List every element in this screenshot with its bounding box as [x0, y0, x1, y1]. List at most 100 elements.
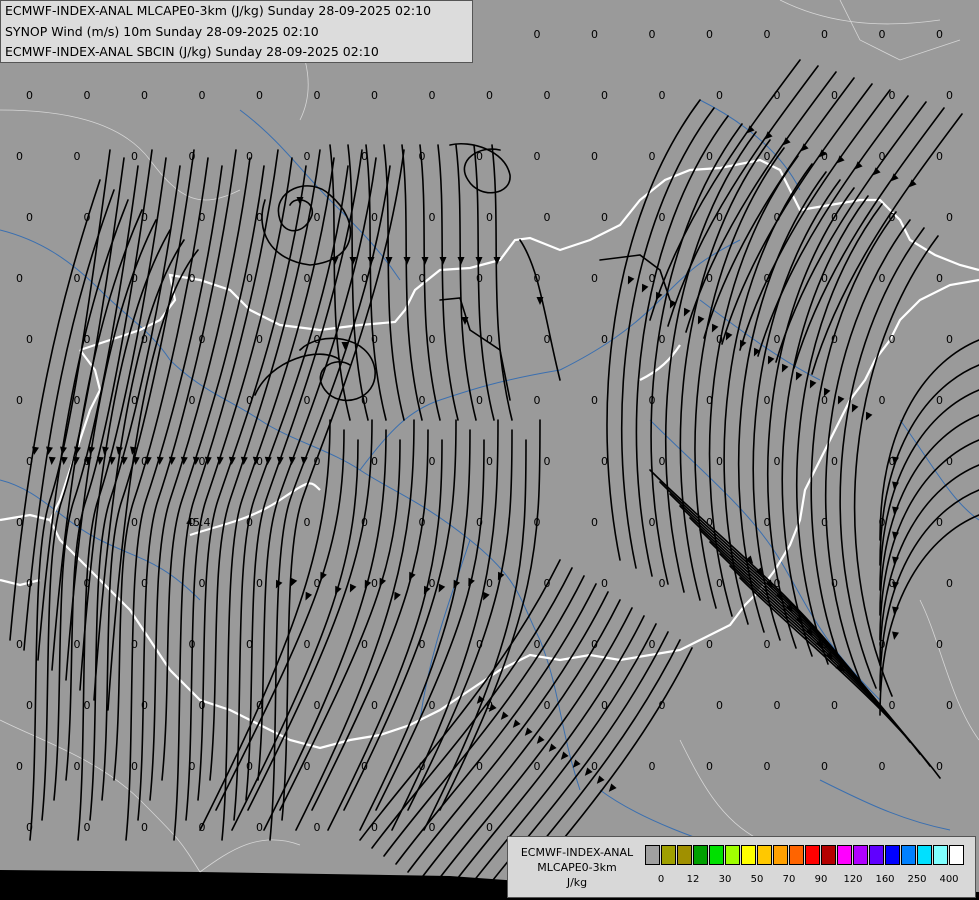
sbcin-value: 0 — [419, 272, 426, 285]
sbcin-value: 0 — [831, 89, 838, 102]
sbcin-value: 0 — [246, 394, 253, 407]
sbcin-value: 0 — [84, 89, 91, 102]
sbcin-value: 0 — [246, 760, 253, 773]
sbcin-value: 0 — [429, 821, 436, 834]
sbcin-value: 0 — [544, 89, 551, 102]
sbcin-value: 0 — [26, 577, 33, 590]
sbcin-value: 0 — [591, 150, 598, 163]
colorbar-tick-label: 90 — [814, 874, 828, 885]
sbcin-value: 0 — [314, 821, 321, 834]
sbcin-value: 0 — [486, 577, 493, 590]
sbcin-value: 0 — [476, 272, 483, 285]
sbcin-value: 0 — [246, 150, 253, 163]
colorbar-swatch — [805, 845, 820, 865]
sbcin-value: 0 — [946, 577, 953, 590]
sbcin-value: 0 — [486, 211, 493, 224]
sbcin-value: 0 — [879, 272, 886, 285]
sbcin-value: 0 — [659, 455, 666, 468]
sbcin-value: 0 — [361, 394, 368, 407]
map-header-legend: ECMWF-INDEX-ANAL MLCAPE0-3km (J/kg) Sund… — [0, 0, 473, 63]
colorbar-swatch — [885, 845, 900, 865]
sbcin-value: 0 — [716, 455, 723, 468]
sbcin-value: 0 — [774, 699, 781, 712]
sbcin-value: 0 — [141, 455, 148, 468]
sbcin-value: 0 — [936, 638, 943, 651]
sbcin-value: 0 — [246, 516, 253, 529]
colorbar-tick-label: 70 — [782, 874, 796, 885]
sbcin-value: 0 — [936, 516, 943, 529]
sbcin-value: 0 — [199, 455, 206, 468]
sbcin-value: 0 — [774, 455, 781, 468]
sbcin-value: 0 — [936, 150, 943, 163]
colorbar-tick-label: 30 — [718, 874, 732, 885]
colorbar-legend: ECMWF-INDEX-ANAL MLCAPE0-3km J/kg 0 12 30 5… — [507, 836, 976, 898]
sbcin-value: 0 — [534, 516, 541, 529]
sbcin-value: 0 — [199, 211, 206, 224]
sbcin-value: 0 — [591, 28, 598, 41]
sbcin-value: 0 — [199, 699, 206, 712]
sbcin-value: 0 — [419, 516, 426, 529]
sbcin-value: 0 — [141, 699, 148, 712]
sbcin-value: 0 — [821, 760, 828, 773]
sbcin-value: 0 — [946, 89, 953, 102]
sbcin-value: 0 — [74, 638, 81, 651]
sbcin-value: 0 — [936, 394, 943, 407]
sbcin-value: 0 — [141, 211, 148, 224]
sbcin-value: 0 — [74, 516, 81, 529]
sbcin-value: 0 — [946, 211, 953, 224]
sbcin-value: 0 — [649, 638, 656, 651]
sbcin-value: 0 — [706, 272, 713, 285]
sbcin-value: 0 — [534, 394, 541, 407]
sbcin-value: 0 — [256, 333, 263, 346]
sbcin-value: 0 — [131, 272, 138, 285]
sbcin-value: 0 — [486, 89, 493, 102]
sbcin-value: 0 — [649, 394, 656, 407]
sbcin-value: 0 — [199, 821, 206, 834]
sbcin-value: 0 — [716, 333, 723, 346]
sbcin-value: 0 — [16, 394, 23, 407]
sbcin-value: 0 — [476, 150, 483, 163]
sbcin-value: 0 — [84, 455, 91, 468]
sbcin-value: 0 — [706, 760, 713, 773]
sbcin-value: 0 — [429, 699, 436, 712]
colorbar-swatch — [917, 845, 932, 865]
sbcin-value: 0 — [429, 211, 436, 224]
sbcin-value: 0 — [26, 821, 33, 834]
sbcin-value: 0 — [764, 150, 771, 163]
cape-contour-label: 45.4 — [186, 516, 211, 529]
sbcin-value: 0 — [16, 272, 23, 285]
sbcin-value: 0 — [591, 394, 598, 407]
header-line-mlcape: ECMWF-INDEX-ANAL MLCAPE0-3km (J/kg) Sund… — [5, 3, 432, 18]
sbcin-value: 0 — [256, 699, 263, 712]
colorbar-swatch — [709, 845, 724, 865]
sbcin-value: 0 — [706, 394, 713, 407]
sbcin-value: 0 — [601, 455, 608, 468]
sbcin-value: 0 — [429, 89, 436, 102]
sbcin-value: 0 — [659, 577, 666, 590]
sbcin-value: 0 — [831, 455, 838, 468]
sbcin-value: 0 — [419, 150, 426, 163]
sbcin-value: 0 — [371, 455, 378, 468]
colorbar-swatch — [853, 845, 868, 865]
sbcin-value: 0 — [26, 211, 33, 224]
sbcin-value: 0 — [591, 272, 598, 285]
sbcin-value: 0 — [649, 150, 656, 163]
colorbar-swatch — [645, 845, 660, 865]
colorbar-tick-label: 50 — [750, 874, 764, 885]
colorbar-swatch — [757, 845, 772, 865]
sbcin-value: 0 — [16, 638, 23, 651]
sbcin-value: 0 — [304, 150, 311, 163]
sbcin-value: 0 — [534, 638, 541, 651]
sbcin-value: 0 — [706, 638, 713, 651]
colorbar-tick-label: 250 — [907, 874, 927, 885]
colorbar-swatches — [645, 845, 965, 865]
sbcin-value: 0 — [476, 760, 483, 773]
sbcin-value: 0 — [601, 333, 608, 346]
colorbar-title-line1: ECMWF-INDEX-ANAL — [520, 846, 634, 859]
sbcin-value: 0 — [889, 89, 896, 102]
sbcin-value: 0 — [821, 150, 828, 163]
colorbar-swatch — [949, 845, 964, 865]
colorbar-swatch — [661, 845, 676, 865]
sbcin-value: 0 — [946, 333, 953, 346]
header-line-wind: SYNOP Wind (m/s) 10m Sunday 28-09-2025 0… — [5, 23, 319, 39]
